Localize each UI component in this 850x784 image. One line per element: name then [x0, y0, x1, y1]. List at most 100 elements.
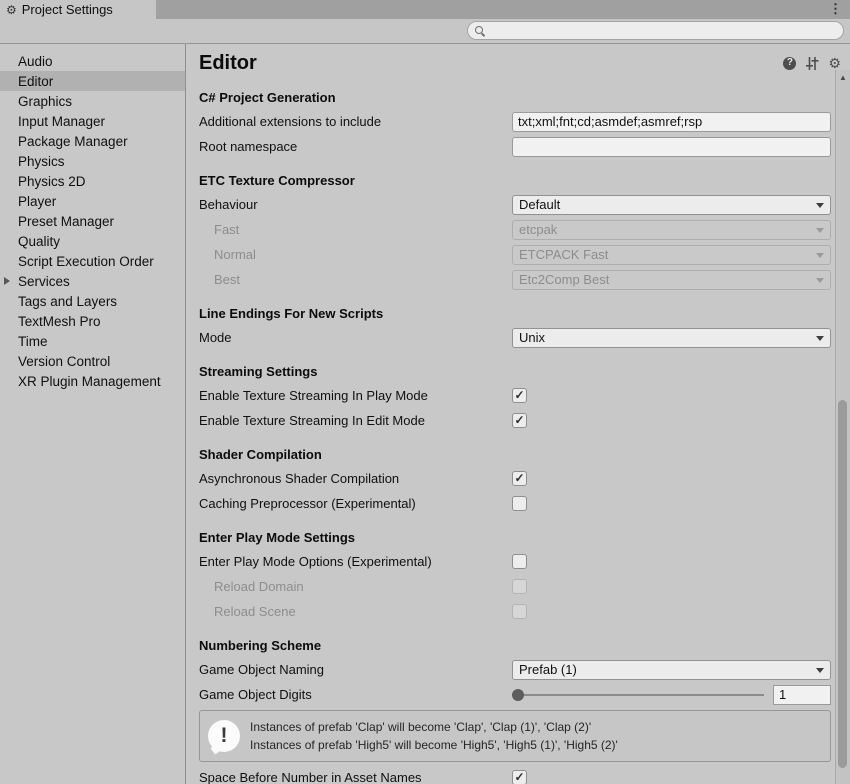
sidebar-item-label: Physics — [18, 154, 65, 169]
sidebar-item-label: Physics 2D — [18, 174, 86, 189]
field-label: Reload Domain — [199, 579, 512, 594]
sidebar-item-label: Version Control — [18, 354, 110, 369]
scrollbar-thumb[interactable] — [838, 400, 847, 768]
sidebar-item-label: XR Plugin Management — [18, 374, 161, 389]
sidebar-item-textmesh-pro[interactable]: TextMesh Pro — [0, 311, 185, 331]
sidebar-item-quality[interactable]: Quality — [0, 231, 185, 251]
header-icons: ? ⚙ — [783, 56, 841, 70]
section-title-c-project-generation: C# Project Generation — [186, 90, 835, 105]
sidebar-item-physics[interactable]: Physics — [0, 151, 185, 171]
dropdown-value: Default — [519, 197, 560, 212]
section-c-project-generation: C# Project Generation Additional extensio… — [186, 90, 835, 159]
sidebar-item-time[interactable]: Time — [0, 331, 185, 351]
tab-bar: ⚙ Project Settings ⋮ — [0, 0, 850, 19]
info-icon: ! — [208, 720, 240, 752]
checkmark-icon: ✓ — [514, 771, 524, 783]
additional-extensions-to-include-input[interactable] — [512, 112, 831, 132]
section-enter-play-mode-settings: Enter Play Mode SettingsEnter Play Mode … — [186, 530, 835, 624]
dropdown-value: ETCPACK Fast — [519, 247, 608, 262]
sidebar-item-label: Audio — [18, 54, 53, 69]
field-label: Best — [199, 272, 512, 287]
search-box[interactable] — [467, 21, 844, 40]
section-title-numbering-scheme: Numbering Scheme — [186, 638, 835, 653]
sidebar-item-label: Services — [18, 274, 70, 289]
sidebar-item-tags-and-layers[interactable]: Tags and Layers — [0, 291, 185, 311]
root-namespace-input[interactable] — [512, 137, 831, 157]
sidebar-item-script-execution-order[interactable]: Script Execution Order — [0, 251, 185, 271]
chevron-down-icon — [816, 668, 824, 673]
sidebar-item-package-manager[interactable]: Package Manager — [0, 131, 185, 151]
sidebar-item-preset-manager[interactable]: Preset Manager — [0, 211, 185, 231]
row-caching-preprocessor-experimental: Caching Preprocessor (Experimental) — [186, 491, 835, 516]
sidebar-item-editor[interactable]: Editor — [0, 71, 185, 91]
field-label: Additional extensions to include — [199, 114, 512, 129]
sidebar-item-label: TextMesh Pro — [18, 314, 101, 329]
help-box: ! Instances of prefab 'Clap' will become … — [199, 710, 831, 762]
foldout-arrow-icon[interactable] — [4, 277, 10, 285]
enable-texture-streaming-in-play-mode-checkbox[interactable]: ✓ — [512, 388, 527, 403]
dropdown-value: Unix — [519, 330, 545, 345]
row-root-namespace: Root namespace — [186, 134, 835, 159]
game-object-digits-slider[interactable] — [512, 688, 764, 702]
row-asynchronous-shader-compilation: Asynchronous Shader Compilation✓ — [186, 466, 835, 491]
more-menu-icon[interactable]: ⋮ — [829, 0, 842, 19]
sidebar-item-physics-2d[interactable]: Physics 2D — [0, 171, 185, 191]
dropdown-value: etcpak — [519, 222, 557, 237]
row-reload-domain: Reload Domain — [186, 574, 835, 599]
gear-icon: ⚙ — [6, 4, 17, 16]
chevron-down-icon — [816, 278, 824, 283]
fast-dropdown: etcpak — [512, 220, 831, 240]
field-label: Enter Play Mode Options (Experimental) — [199, 554, 512, 569]
toolbar — [0, 19, 850, 44]
chevron-down-icon — [816, 253, 824, 258]
help-icon[interactable]: ? — [783, 57, 796, 70]
enter-play-mode-options-experimental-checkbox[interactable] — [512, 554, 527, 569]
checkmark-icon: ✓ — [514, 389, 524, 401]
sidebar-item-input-manager[interactable]: Input Manager — [0, 111, 185, 131]
search-icon — [474, 25, 485, 36]
sidebar-item-label: Quality — [18, 234, 60, 249]
section-etc-texture-compressor: ETC Texture CompressorBehaviourDefaultFa… — [186, 173, 835, 292]
mode-dropdown[interactable]: Unix — [512, 328, 831, 348]
field-label: Game Object Digits — [199, 687, 512, 702]
preset-icon[interactable] — [805, 57, 819, 70]
section-shader-compilation: Shader CompilationAsynchronous Shader Co… — [186, 447, 835, 516]
space-before-number-in-asset-names-checkbox[interactable]: ✓ — [512, 770, 527, 784]
enable-texture-streaming-in-edit-mode-checkbox[interactable]: ✓ — [512, 413, 527, 428]
row-space-before-number-in-asset-names: Space Before Number in Asset Names✓ — [186, 765, 835, 784]
section-numbering-scheme: Numbering SchemeGame Object NamingPrefab… — [186, 638, 835, 784]
help-box-line: Instances of prefab 'Clap' will become '… — [250, 718, 618, 736]
asynchronous-shader-compilation-checkbox[interactable]: ✓ — [512, 471, 527, 486]
sidebar: Audio Editor Graphics Input ManagerPackage … — [0, 44, 186, 784]
scroll-up-arrow-icon[interactable]: ▲ — [836, 70, 850, 84]
sidebar-item-xr-plugin-management[interactable]: XR Plugin Management — [0, 371, 185, 391]
reload-scene-checkbox — [512, 604, 527, 619]
behaviour-dropdown[interactable]: Default — [512, 195, 831, 215]
sidebar-item-label: Graphics — [18, 94, 72, 109]
window-title: Project Settings — [22, 2, 113, 17]
game-object-naming-dropdown[interactable]: Prefab (1) — [512, 660, 831, 680]
sidebar-item-version-control[interactable]: Version Control — [0, 351, 185, 371]
row-mode: ModeUnix — [186, 325, 835, 350]
sidebar-item-label: Tags and Layers — [18, 294, 117, 309]
slider-knob[interactable] — [512, 689, 524, 701]
info-glyph: ! — [208, 720, 240, 752]
caching-preprocessor-experimental-checkbox[interactable] — [512, 496, 527, 511]
help-box-text: Instances of prefab 'Clap' will become '… — [250, 718, 618, 754]
sidebar-item-graphics[interactable]: Graphics — [0, 91, 185, 111]
dropdown-value: Etc2Comp Best — [519, 272, 609, 287]
sidebar-item-label: Time — [18, 334, 48, 349]
row-fast: Fastetcpak — [186, 217, 835, 242]
slider-track[interactable] — [512, 694, 764, 696]
page-title: Editor — [199, 52, 783, 75]
sidebar-item-player[interactable]: Player — [0, 191, 185, 211]
sidebar-item-services[interactable]: Services — [0, 271, 185, 291]
row-best: Best Etc2Comp Best — [186, 267, 835, 292]
sidebar-item-label: Editor — [18, 74, 53, 89]
sidebar-item-audio[interactable]: Audio — [0, 51, 185, 71]
window-tab-project-settings[interactable]: ⚙ Project Settings — [0, 0, 156, 19]
gear-icon[interactable]: ⚙ — [828, 56, 841, 70]
search-input[interactable] — [485, 24, 837, 38]
game-object-digits-value-input[interactable] — [773, 685, 831, 705]
chevron-down-icon — [816, 228, 824, 233]
